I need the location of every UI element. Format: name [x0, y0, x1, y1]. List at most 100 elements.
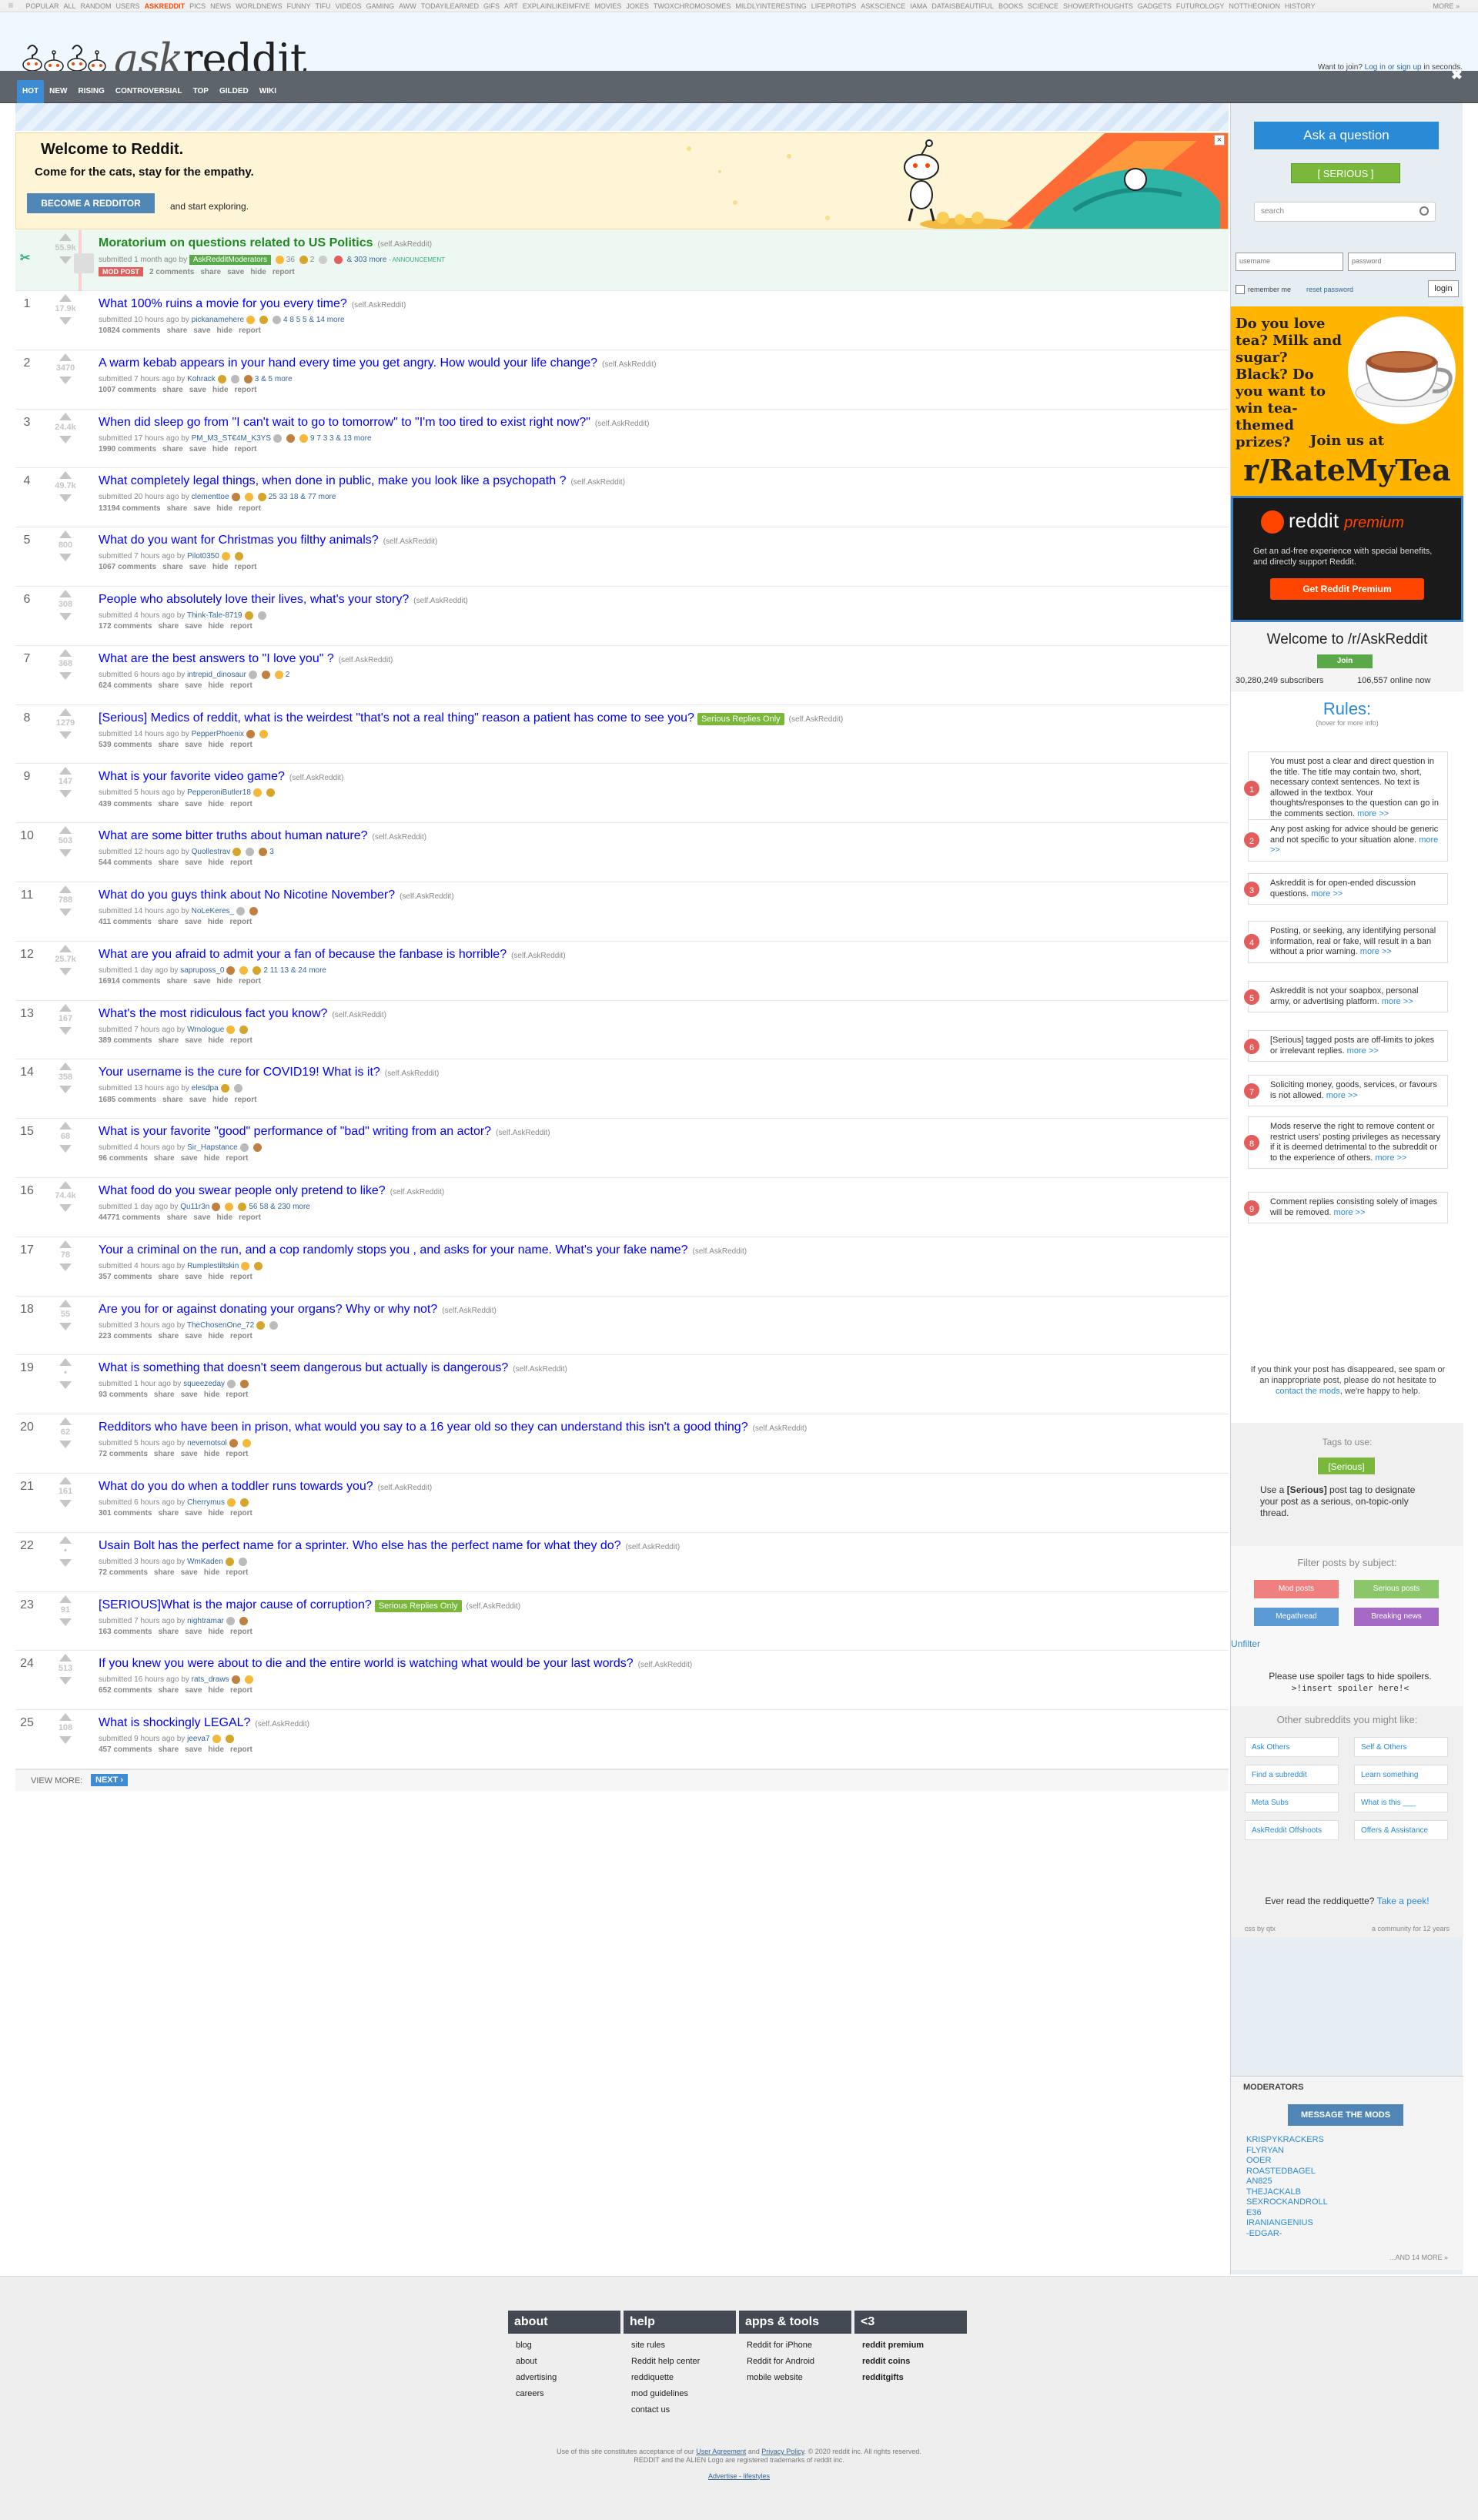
- post-domain[interactable]: (self.AskReddit): [466, 1602, 521, 1611]
- subreddit-link-gifs[interactable]: GIFS: [481, 0, 502, 12]
- share-link[interactable]: share: [154, 1568, 175, 1577]
- post-author[interactable]: clementtoe: [192, 494, 229, 502]
- subreddit-link-users[interactable]: USERS: [114, 0, 142, 12]
- rule-item[interactable]: 9 Comment replies consisting solely of im…: [1242, 1192, 1448, 1223]
- tab-new[interactable]: NEW: [44, 80, 72, 103]
- award-summary[interactable]: 2 11 13 & 24 more: [263, 966, 326, 975]
- hide-link[interactable]: hide: [217, 504, 233, 513]
- report-link[interactable]: report: [230, 741, 252, 749]
- post-domain[interactable]: (self.AskReddit): [602, 360, 657, 369]
- upvote-icon[interactable]: [59, 826, 72, 835]
- upvote-icon[interactable]: [59, 530, 72, 539]
- subreddit-link-aww[interactable]: AWW: [396, 0, 419, 12]
- remember-me-checkbox[interactable]: [1236, 285, 1245, 294]
- comments-link[interactable]: 544 comments: [99, 858, 152, 867]
- tea-advertisement[interactable]: Do you love tea? Milk and sugar? Black? …: [1231, 306, 1463, 500]
- moderator-link[interactable]: OOER: [1246, 2156, 1328, 2167]
- subreddit-link-science[interactable]: SCIENCE: [1025, 0, 1061, 12]
- post-title[interactable]: What 100% ruins a movie for you every ti…: [99, 297, 347, 310]
- save-link[interactable]: save: [181, 1391, 198, 1399]
- subreddit-link-art[interactable]: ART: [502, 0, 520, 12]
- contact-mods-link[interactable]: contact the mods: [1276, 1387, 1340, 1396]
- award-summary[interactable]: 2: [286, 671, 290, 679]
- hide-link[interactable]: hide: [212, 563, 229, 571]
- tab-wiki[interactable]: WIKI: [254, 80, 282, 103]
- post-title[interactable]: What are some bitter truths about human …: [99, 829, 368, 842]
- filter-mod-posts-button[interactable]: Mod posts: [1254, 1580, 1339, 1598]
- post-domain[interactable]: (self.AskReddit): [638, 1661, 693, 1669]
- moderator-link[interactable]: AN825: [1246, 2177, 1328, 2187]
- downvote-icon[interactable]: [59, 1381, 72, 1390]
- post-author[interactable]: Kohrack: [187, 375, 216, 383]
- hide-link[interactable]: hide: [208, 1628, 224, 1636]
- join-button[interactable]: Join: [1317, 654, 1373, 668]
- moderator-link[interactable]: KRISPYKRACKERS: [1246, 2135, 1328, 2146]
- award-summary[interactable]: 25 33 18 & 77 more: [269, 494, 336, 502]
- comments-link[interactable]: 16914 comments: [99, 977, 161, 986]
- downvote-icon[interactable]: [59, 1322, 72, 1330]
- upvote-icon[interactable]: [59, 233, 72, 241]
- hide-link[interactable]: hide: [204, 1568, 220, 1577]
- post-author[interactable]: sapruposs_0: [180, 966, 224, 975]
- subreddit-link-lifeprotips[interactable]: LIFEPROTIPS: [809, 0, 859, 12]
- hide-link[interactable]: hide: [208, 741, 224, 749]
- share-link[interactable]: share: [162, 386, 183, 394]
- post-author[interactable]: PM_M3_ST€4M_K3YS: [192, 434, 271, 443]
- comments-link[interactable]: 163 comments: [99, 1628, 152, 1636]
- username-field[interactable]: username: [1236, 253, 1343, 271]
- post-title[interactable]: What is shockingly LEGAL?: [99, 1716, 250, 1729]
- upvote-icon[interactable]: [59, 1535, 72, 1544]
- report-link[interactable]: report: [226, 1154, 248, 1163]
- footer-link[interactable]: blog: [516, 2341, 620, 2350]
- subreddit-link-popular[interactable]: POPULAR: [24, 0, 62, 12]
- self-post-icon[interactable]: [74, 253, 94, 273]
- take-a-peek-link[interactable]: Take a peek!: [1377, 1896, 1430, 1906]
- save-link[interactable]: save: [185, 1745, 202, 1754]
- downvote-icon[interactable]: [59, 435, 72, 443]
- comments-link[interactable]: 44771 comments: [99, 1213, 161, 1222]
- tab-rising[interactable]: RISING: [72, 80, 109, 103]
- post-domain[interactable]: (self.AskReddit): [289, 774, 344, 782]
- report-link[interactable]: report: [230, 1745, 252, 1754]
- downvote-icon[interactable]: [59, 1499, 72, 1508]
- downvote-icon[interactable]: [59, 1026, 72, 1035]
- filter-serious-posts-button[interactable]: Serious posts: [1354, 1580, 1439, 1598]
- save-link[interactable]: save: [185, 741, 202, 749]
- rule-more-link[interactable]: more >>: [1334, 1208, 1366, 1217]
- upvote-icon[interactable]: [59, 1476, 72, 1484]
- share-link[interactable]: share: [200, 268, 221, 276]
- award-summary[interactable]: 56 58 & 230 more: [249, 1203, 310, 1211]
- report-link[interactable]: report: [235, 1096, 257, 1104]
- report-link[interactable]: report: [230, 622, 252, 631]
- post-author[interactable]: Think-Tale-8719: [187, 611, 242, 620]
- moderator-link[interactable]: THEJACKALB: [1246, 2187, 1328, 2198]
- save-link[interactable]: save: [181, 1450, 198, 1458]
- downvote-icon[interactable]: [59, 1145, 72, 1153]
- message-mods-button[interactable]: MESSAGE THE MODS: [1288, 2104, 1403, 2126]
- share-link[interactable]: share: [158, 1686, 179, 1695]
- downvote-icon[interactable]: [59, 376, 72, 384]
- subreddit-link-dataisbeautiful[interactable]: DATAISBEAUTIFUL: [929, 0, 996, 12]
- post-title[interactable]: Moratorium on questions related to US Po…: [99, 236, 373, 249]
- hide-link[interactable]: hide: [208, 1509, 224, 1518]
- upvote-icon[interactable]: [59, 412, 72, 420]
- report-link[interactable]: report: [230, 800, 252, 808]
- comments-link[interactable]: 223 comments: [99, 1332, 152, 1340]
- post-author[interactable]: PepperPhoenix: [192, 730, 244, 738]
- post-author[interactable]: Quollestrav: [192, 848, 231, 856]
- serious-post-button[interactable]: [ SERIOUS ]: [1291, 163, 1400, 183]
- save-link[interactable]: save: [193, 504, 210, 513]
- footer-link[interactable]: Reddit help center: [631, 2357, 736, 2366]
- hide-link[interactable]: hide: [250, 268, 266, 276]
- footer-link[interactable]: reddit premium: [862, 2341, 967, 2350]
- hide-link[interactable]: hide: [204, 1450, 220, 1458]
- moderator-link[interactable]: FLYRYAN: [1246, 2146, 1328, 2157]
- footer-link[interactable]: mobile website: [747, 2373, 851, 2382]
- hide-link[interactable]: hide: [208, 1332, 224, 1340]
- comments-link[interactable]: 1990 comments: [99, 445, 156, 453]
- comments-link[interactable]: 457 comments: [99, 1745, 152, 1754]
- report-link[interactable]: report: [235, 563, 257, 571]
- save-link[interactable]: save: [189, 563, 206, 571]
- post-title[interactable]: People who absolutely love their lives, …: [99, 593, 409, 606]
- hide-link[interactable]: hide: [208, 1686, 224, 1695]
